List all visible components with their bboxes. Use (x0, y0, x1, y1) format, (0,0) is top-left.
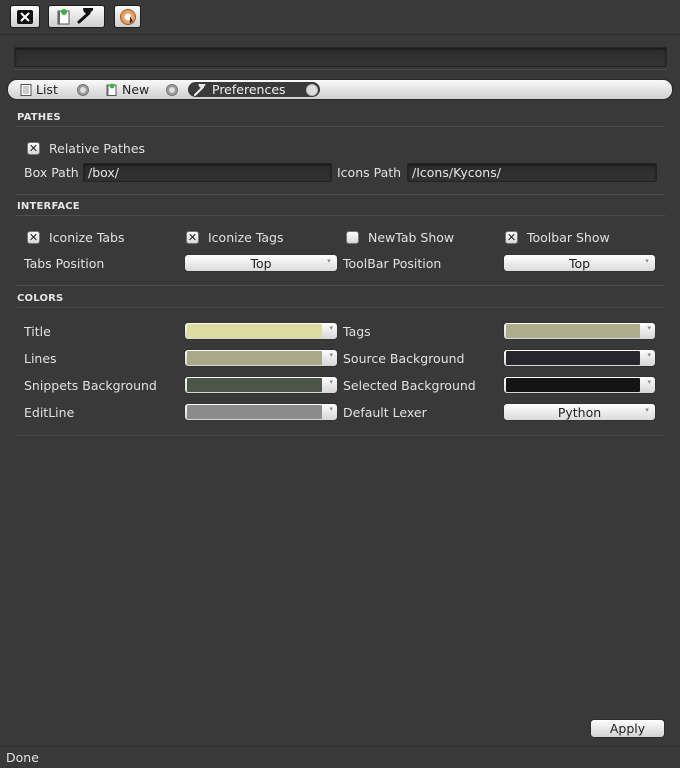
box-path-input[interactable]: /box/ (83, 163, 332, 182)
tags-color-button[interactable]: ▾ (503, 322, 656, 340)
source-background-color-button[interactable]: ▾ (503, 349, 656, 367)
editline-color-label: EditLine (24, 405, 75, 420)
title-color-swatch (187, 324, 322, 338)
source-background-swatch (506, 351, 640, 365)
tab-preferences-close-icon[interactable] (306, 84, 318, 96)
tabs-position-select[interactable]: Top ▾ (184, 254, 338, 272)
address-underline (14, 69, 667, 70)
colors-top-divider (16, 307, 665, 308)
toolbar-show-label: Toolbar Show (527, 230, 610, 245)
new-note-icon (57, 9, 69, 25)
status-text: Done (6, 750, 39, 765)
chevron-down-icon: ▾ (329, 351, 333, 359)
close-icon (17, 9, 33, 24)
default-lexer-value: Python (557, 404, 602, 420)
toolbar-position-select[interactable]: Top ▾ (503, 254, 656, 272)
selected-background-label: Selected Background (343, 378, 476, 393)
selected-background-swatch (506, 378, 640, 392)
address-field[interactable] (14, 47, 667, 67)
tab-list-label: List (36, 82, 58, 97)
list-icon (20, 83, 32, 96)
snippets-background-color-button[interactable]: ▾ (184, 376, 338, 394)
chevron-down-icon: ▾ (645, 406, 649, 414)
source-background-label: Source Background (343, 351, 465, 366)
toolbar-separator (0, 34, 680, 35)
tab-list[interactable]: List (20, 82, 58, 97)
box-path-label: Box Path (24, 165, 79, 180)
editline-color-button[interactable]: ▾ (184, 403, 338, 421)
wrench-icon (77, 8, 93, 24)
tab-preferences-label: Preferences (212, 82, 286, 97)
tab-new-label: New (122, 82, 150, 97)
title-color-label: Title (24, 324, 51, 339)
chevron-down-icon: ▾ (647, 351, 651, 359)
toolbar-position-label: ToolBar Position (343, 256, 442, 271)
tab-new[interactable]: New (106, 82, 149, 97)
check-mark-icon: ✕ (28, 231, 39, 244)
iconize-tags-checkbox[interactable]: ✕ (186, 231, 199, 244)
tab-new-close-icon[interactable] (166, 84, 178, 96)
tab-preferences[interactable]: Preferences (188, 82, 320, 97)
tabs-position-value: Top (250, 255, 272, 271)
tab-list-close-icon[interactable] (77, 84, 89, 96)
relative-pathes-checkbox[interactable]: ✕ (27, 142, 40, 155)
editline-color-swatch (187, 405, 322, 419)
tabs-position-label: Tabs Position (24, 256, 105, 271)
interface-section-title: INTERFACE (17, 201, 80, 212)
selected-background-color-button[interactable]: ▾ (503, 376, 656, 394)
check-mark-icon: ✕ (187, 231, 198, 244)
default-lexer-select[interactable]: Python ▾ (503, 403, 656, 421)
iconize-tabs-label: Iconize Tabs (49, 230, 125, 245)
chevron-down-icon: ▾ (327, 257, 331, 265)
chevron-down-icon: ▾ (645, 257, 649, 265)
title-color-button[interactable]: ▾ (184, 322, 338, 340)
tab-bar: List New Preferences (7, 79, 673, 100)
pathes-top-divider (16, 126, 665, 127)
iconize-tabs-checkbox[interactable]: ✕ (27, 231, 40, 244)
lines-color-label: Lines (24, 351, 57, 366)
chevron-down-icon: ▾ (647, 324, 651, 332)
newtab-show-checkbox[interactable] (346, 231, 359, 244)
check-mark-icon: ✕ (28, 142, 39, 155)
lines-color-swatch (187, 351, 322, 365)
check-mark-icon: ✕ (506, 231, 517, 244)
interface-bottom-divider (16, 285, 665, 286)
new-preferences-button[interactable] (48, 5, 105, 28)
interface-top-divider (16, 215, 665, 216)
new-note-icon (106, 83, 117, 96)
snippets-background-label: Snippets Background (24, 378, 157, 393)
chevron-down-icon: ▾ (329, 405, 333, 413)
about-button[interactable] (114, 5, 141, 28)
colors-bottom-divider (16, 435, 665, 436)
icons-path-label: Icons Path (337, 165, 402, 180)
apply-button[interactable]: Apply (590, 719, 665, 738)
relative-pathes-label: Relative Pathes (49, 141, 146, 156)
lines-color-button[interactable]: ▾ (184, 349, 338, 367)
snippets-background-swatch (187, 378, 322, 392)
newtab-show-label: NewTab Show (368, 230, 455, 245)
colors-section-title: COLORS (17, 293, 64, 304)
toolbar-show-checkbox[interactable]: ✕ (505, 231, 518, 244)
default-lexer-label: Default Lexer (343, 405, 427, 420)
pathes-bottom-divider (16, 194, 665, 195)
icons-path-input[interactable]: /Icons/Kycons/ (407, 163, 657, 182)
chevron-down-icon: ▾ (329, 324, 333, 332)
status-bar-separator (0, 746, 680, 747)
iconize-tags-label: Iconize Tags (208, 230, 284, 245)
wrench-icon (194, 83, 206, 96)
preferences-icon (119, 8, 136, 25)
toolbar-position-value: Top (568, 255, 591, 271)
pathes-section-title: PATHES (17, 112, 61, 123)
chevron-down-icon: ▾ (647, 378, 651, 386)
tags-color-swatch (506, 324, 640, 338)
close-button[interactable] (10, 5, 40, 28)
chevron-down-icon: ▾ (329, 378, 333, 386)
tags-color-label: Tags (343, 324, 371, 339)
